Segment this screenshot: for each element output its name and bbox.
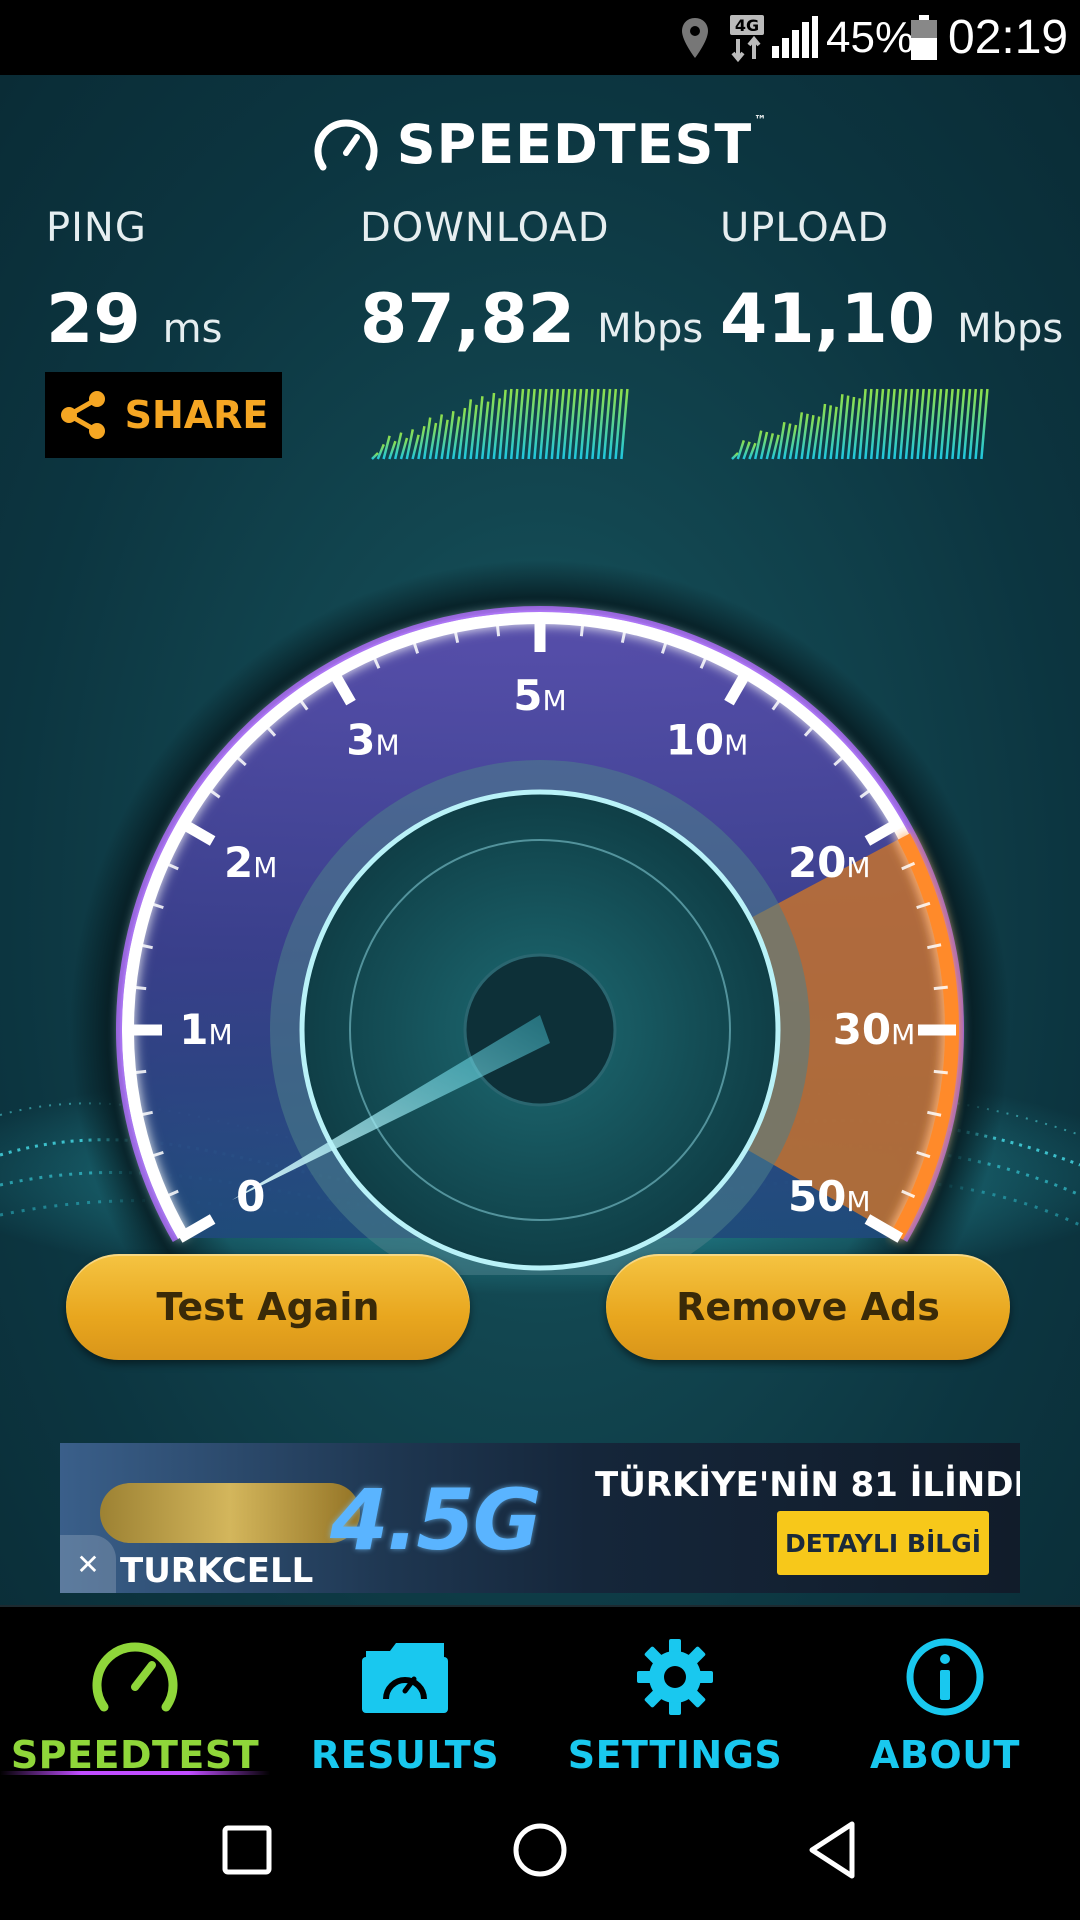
ping-unit: ms — [162, 306, 223, 352]
results-folder-icon — [360, 1633, 450, 1721]
speedtest-main: SPEEDTEST ™ PING DOWNLOAD UPLOAD 29 ms 87… — [0, 75, 1080, 1605]
ping-label: PING — [46, 205, 147, 251]
upload-number: 41,10 — [720, 280, 936, 359]
speedometer-icon — [90, 1633, 180, 1721]
nav-tab-about[interactable]: ABOUT — [810, 1607, 1080, 1777]
share-icon — [60, 391, 105, 439]
speedometer-logo-icon — [314, 119, 378, 170]
recents-icon[interactable] — [222, 1825, 272, 1875]
ad-turkey-map-image — [100, 1483, 360, 1543]
signal-strength-icon — [772, 0, 818, 75]
svg-text:4G: 4G — [735, 16, 759, 35]
nav-tab-results[interactable]: RESULTS — [270, 1607, 540, 1777]
gauge-tick-label: 0 — [236, 1172, 265, 1221]
nav-tab-settings[interactable]: SETTINGS — [540, 1607, 810, 1777]
share-label: SHARE — [124, 393, 269, 437]
download-unit: Mbps — [597, 306, 704, 352]
clock: 02:19 — [948, 11, 1069, 64]
nav-label-settings: SETTINGS — [567, 1733, 783, 1777]
gear-icon — [635, 1633, 715, 1721]
ad-logo-45g: 4.5G — [330, 1471, 542, 1569]
nav-tab-speedtest[interactable]: SPEEDTEST — [0, 1607, 270, 1777]
battery-percent: 45% — [826, 12, 915, 62]
system-navigation-bar — [0, 1775, 1080, 1920]
app-logo-text: SPEEDTEST ™ — [396, 113, 768, 176]
nav-label-results: RESULTS — [310, 1733, 500, 1777]
ad-brand: TURKCELL — [120, 1551, 314, 1591]
download-number: 87,82 — [360, 280, 576, 359]
ad-banner[interactable]: 4.5G TÜRKİYE'NİN 81 İLİNDE! DETAYLI BİLG… — [60, 1443, 1020, 1593]
home-icon[interactable] — [512, 1822, 568, 1878]
ad-cta-button[interactable]: DETAYLI BİLGİ — [777, 1511, 989, 1575]
upload-label: UPLOAD — [720, 205, 890, 251]
ping-value: 29 ms — [46, 280, 222, 359]
upload-speed-graph — [731, 388, 989, 460]
bottom-navigation: SPEEDTEST RESULTS SETTINGS ABOUT — [0, 1605, 1080, 1777]
app-logo: SPEEDTEST ™ — [0, 113, 1080, 176]
battery-icon — [910, 0, 938, 75]
download-label: DOWNLOAD — [360, 205, 610, 251]
status-bar: 4G 45% 02:19 — [0, 0, 1080, 75]
test-again-button[interactable]: Test Again — [66, 1254, 470, 1360]
upload-unit: Mbps — [957, 306, 1064, 352]
share-button[interactable]: SHARE — [45, 372, 282, 458]
info-icon — [905, 1633, 985, 1721]
ad-headline: TÜRKİYE'NİN 81 İLİNDE! — [595, 1465, 1020, 1505]
download-speed-graph — [371, 388, 629, 460]
ping-number: 29 — [46, 280, 141, 359]
upload-value: 41,10 Mbps — [720, 280, 1063, 359]
back-icon[interactable] — [806, 1820, 858, 1880]
location-icon — [680, 0, 710, 75]
download-value: 87,82 Mbps — [360, 280, 703, 359]
nav-label-about: ABOUT — [870, 1733, 1020, 1777]
ad-close-icon[interactable]: ✕ — [60, 1535, 116, 1593]
speed-gauge: 01M2M3M5M10M20M30M50M — [70, 560, 1010, 1275]
network-type-icon: 4G — [728, 0, 768, 75]
remove-ads-button[interactable]: Remove Ads — [606, 1254, 1010, 1360]
